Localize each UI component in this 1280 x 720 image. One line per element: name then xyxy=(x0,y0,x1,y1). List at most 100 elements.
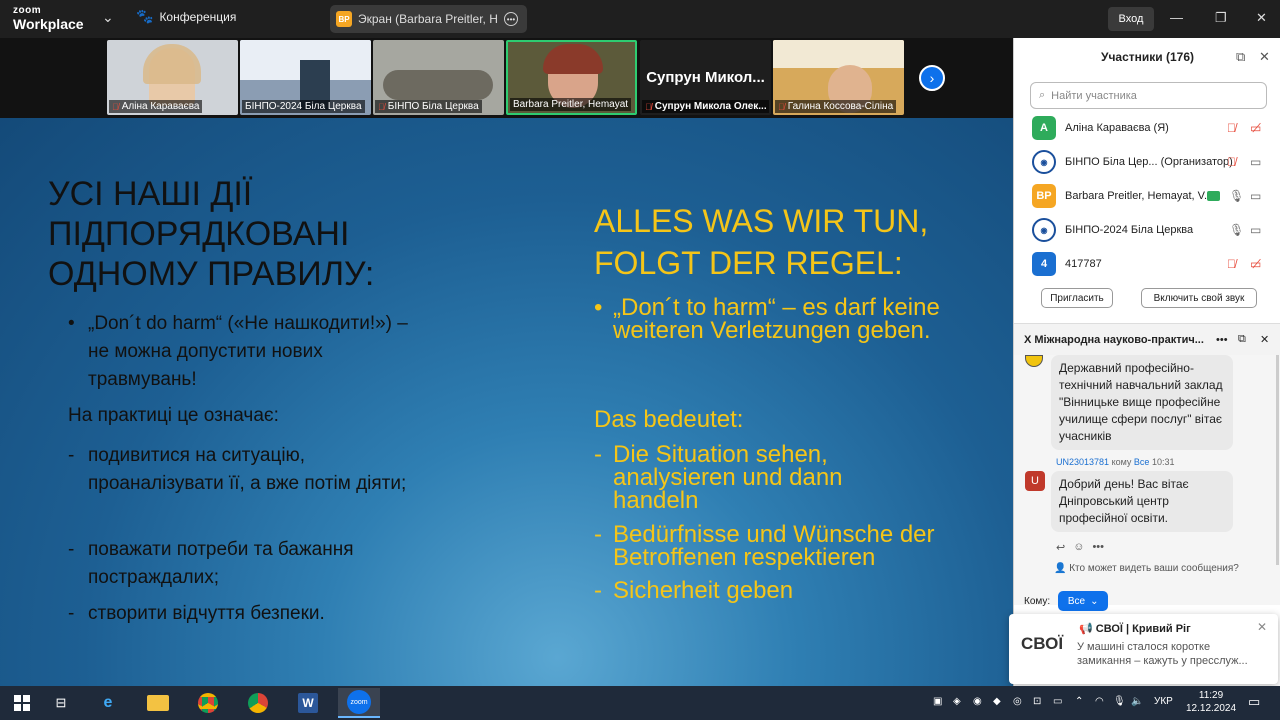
notification-toast[interactable]: СВОЇ 📢 СВОЇ | Кривий Ріг У машині сталос… xyxy=(1009,614,1278,684)
close-icon[interactable]: ✕ xyxy=(1257,620,1267,634)
video-off-icon[interactable]: ▭̸ xyxy=(1250,257,1261,271)
who-can-see-link[interactable]: 👤 Кто может видеть ваши сообщения? xyxy=(1054,563,1239,574)
sign-in-button[interactable]: Вход xyxy=(1108,7,1154,31)
mic-off-icon: 🎙̸ xyxy=(112,101,119,112)
banner-background xyxy=(773,40,904,68)
file-explorer-icon[interactable] xyxy=(140,688,176,718)
system-clock[interactable]: 11:29 12.12.2024 xyxy=(1186,689,1236,715)
video-off-icon[interactable]: ▭̸ xyxy=(1250,121,1261,135)
meeting-label: Конференция xyxy=(159,9,237,24)
notifications-icon[interactable]: ▭ xyxy=(1248,694,1260,710)
tray-app-icon[interactable]: ◉ xyxy=(973,696,982,707)
chat-title: Х Міжнародна науково-практич... xyxy=(1024,333,1204,346)
side-panel: Участники (176) ⧉ ✕ ⌕ Найти участника A … xyxy=(1013,38,1280,686)
pop-out-icon[interactable]: ⧉ xyxy=(1238,333,1246,346)
chrome-icon[interactable] xyxy=(190,688,226,718)
chat-message: Добрий день! Вас вітає Дніпровський цент… xyxy=(1051,471,1233,532)
volume-icon[interactable]: 🔈 xyxy=(1131,696,1143,707)
message-meta: UN23013781 кому Все 10:31 xyxy=(1056,457,1175,467)
video-icon[interactable]: ▭ xyxy=(1250,189,1261,203)
language-indicator[interactable]: УКР xyxy=(1154,696,1173,707)
mic-off-icon: 🎙̸ xyxy=(378,101,385,112)
more-icon[interactable]: ••• xyxy=(1216,334,1228,346)
shared-screen-slide: УСІ НАШІ ДІЇ ПІДПОРЯДКОВАНІ ОДНОМУ ПРАВИ… xyxy=(0,118,1013,686)
participant-row[interactable]: ◉ БІНПО-2024 Біла Церква 🎙 ▭ xyxy=(1014,215,1280,245)
chrome-icon[interactable] xyxy=(240,688,276,718)
participant-row[interactable]: 4 417787 🎙̸ ▭̸ xyxy=(1014,249,1280,279)
mic-icon[interactable]: 🎙 xyxy=(1229,223,1244,237)
video-icon[interactable]: ▭ xyxy=(1250,155,1261,169)
tray-zoom-icon[interactable]: ▣ xyxy=(933,696,942,707)
zoom-icon[interactable]: zoom xyxy=(338,688,380,718)
tray-app-icon[interactable]: ⊡ xyxy=(1033,696,1041,707)
video-thumbnail[interactable]: 🎙̸ БІНПО Біла Церква xyxy=(373,40,504,115)
video-thumbnail[interactable]: 🎙̸ Аліна Караваєва xyxy=(107,40,238,115)
next-page-arrow-icon[interactable]: › xyxy=(919,65,945,91)
invite-button[interactable]: Пригласить xyxy=(1041,288,1113,308)
slide-dash-item-de: - Die Situation sehen, analysieren und da… xyxy=(594,441,843,514)
wifi-icon[interactable]: ◠ xyxy=(1095,696,1104,707)
video-thumbnail-active-speaker[interactable]: Barbara Preitler, Hemayat xyxy=(506,40,637,115)
more-icon[interactable]: ••• xyxy=(1092,541,1104,554)
video-icon[interactable]: ▭ xyxy=(1250,223,1261,237)
clock-date: 12.12.2024 xyxy=(1186,703,1237,714)
thumbnail-caption: 🎙̸ Аліна Караваєва xyxy=(109,100,203,113)
mic-off-icon[interactable]: 🎙̸ xyxy=(1227,257,1236,271)
mic-off-icon[interactable]: 🎙̸ xyxy=(1227,121,1236,135)
recipient-dropdown[interactable]: Все ⌄ xyxy=(1058,591,1109,611)
slide-subheading-uk: На практиці це означає: xyxy=(68,405,279,426)
meeting-menu-button[interactable]: 🐾 Конференция xyxy=(136,8,236,25)
slide-subheading-de: Das bedeutet: xyxy=(594,406,744,433)
thumbnail-caption: 🎙̸ Супрун Микола Олек... xyxy=(642,100,769,113)
participant-row[interactable]: BP Barbara Preitler, Hemayat, V... 🎙 ▭ xyxy=(1014,181,1280,211)
mic-icon[interactable]: 🎙 xyxy=(1229,189,1244,203)
minimize-icon[interactable]: — xyxy=(1170,10,1183,25)
task-view-icon[interactable]: ⊟ xyxy=(43,688,79,718)
video-thumbnail[interactable]: БІНПО-2024 Біла Церква xyxy=(240,40,371,115)
chevron-down-icon[interactable]: ⌄ xyxy=(102,9,114,26)
close-panel-icon[interactable]: ✕ xyxy=(1259,49,1270,65)
screen-share-chip[interactable]: BP Экран (Barbara Preitler, Hemaya ••• xyxy=(330,5,527,33)
reply-icon[interactable]: ↩ xyxy=(1056,541,1065,554)
word-icon[interactable]: W xyxy=(290,688,326,718)
participant-hair xyxy=(543,44,603,74)
chat-message: Державний професійно-технічний навчальни… xyxy=(1051,355,1233,450)
sharer-avatar: BP xyxy=(336,11,352,27)
video-thumbnail-name-only[interactable]: Супрун Микол... 🎙̸ Супрун Микола Олек... xyxy=(640,40,771,115)
more-icon[interactable]: ••• xyxy=(504,12,518,26)
slide-dash-item-de: - Sicherheit geben xyxy=(594,577,794,604)
participant-row[interactable]: ◉ БІНПО Біла Цер... (Организатор) 🎙̸ ▭ xyxy=(1014,147,1280,177)
video-thumbnail[interactable]: 🎙̸ Галина Коссова-Сіліна xyxy=(773,40,904,115)
tray-app-icon[interactable]: ◎ xyxy=(1013,696,1022,707)
chat-scrollbar[interactable] xyxy=(1276,355,1279,565)
participant-search-input[interactable]: ⌕ Найти участника xyxy=(1030,82,1267,109)
edge-icon[interactable]: e xyxy=(90,688,126,718)
pop-out-icon[interactable]: ⧉ xyxy=(1236,49,1245,65)
chevron-up-icon[interactable]: ⌃ xyxy=(1075,696,1083,707)
tray-app-icon[interactable]: ◆ xyxy=(993,696,1001,707)
people-icon: 👤 xyxy=(1054,563,1067,574)
close-icon[interactable]: ✕ xyxy=(1256,10,1267,26)
participant-row[interactable]: A Аліна Караваєва (Я) 🎙̸ ▭̸ xyxy=(1014,113,1280,143)
toast-title: 📢 СВОЇ | Кривий Ріг xyxy=(1079,623,1191,635)
thumbnail-caption: 🎙̸ Галина Коссова-Сіліна xyxy=(775,100,897,113)
close-chat-icon[interactable]: ✕ xyxy=(1260,333,1269,346)
windows-start-icon[interactable] xyxy=(4,688,40,718)
unmute-button[interactable]: Включить свой звук xyxy=(1141,288,1257,308)
restore-icon[interactable]: ❐ xyxy=(1215,10,1227,26)
chat-header: Х Міжнародна науково-практич... ••• ⧉ ✕ xyxy=(1014,323,1280,355)
slide-title-uk: УСІ НАШІ ДІЇ ПІДПОРЯДКОВАНІ ОДНОМУ ПРАВИ… xyxy=(48,175,375,293)
to-label: Кому: xyxy=(1024,595,1051,607)
windows-taskbar: ⊟ e W zoom ▣ ◈ ◉ ◆ ◎ ⊡ ▭ ⌃ ◠ 🎙 🔈 УКР 11:… xyxy=(0,686,1280,720)
thumbnail-caption: Barbara Preitler, Hemayat xyxy=(510,98,632,111)
emoji-icon[interactable]: ☺ xyxy=(1073,541,1084,554)
conference-table xyxy=(383,70,493,100)
share-screen-icon xyxy=(1207,191,1220,201)
participant-name: 417787 xyxy=(1065,258,1102,270)
slide-dash-item-uk: - поважати потреби та бажання постраждали… xyxy=(68,539,354,588)
tray-app-icon[interactable]: ▭ xyxy=(1053,696,1062,707)
mic-off-icon[interactable]: 🎙̸ xyxy=(1227,155,1236,169)
microphone-icon[interactable]: 🎙 xyxy=(1113,696,1126,707)
tray-app-icon[interactable]: ◈ xyxy=(953,696,961,707)
logo-line1: zoom xyxy=(13,5,42,16)
